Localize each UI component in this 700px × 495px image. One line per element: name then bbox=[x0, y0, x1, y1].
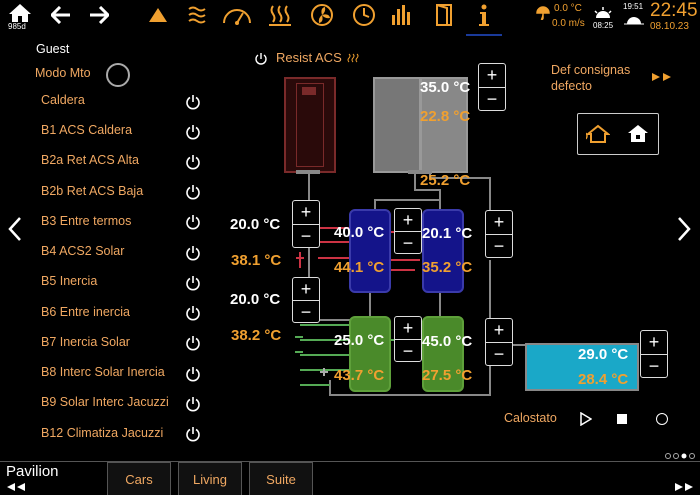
blue-left-stepper[interactable]: + − bbox=[394, 208, 422, 254]
setpoint-2: 20.0 °C bbox=[230, 291, 281, 308]
blue-right-setpoint: 20.1 °C bbox=[422, 225, 473, 242]
reading-2: 38.2 °C bbox=[231, 327, 282, 344]
pipe-reading: 25.2 °C bbox=[420, 172, 471, 189]
minus-icon[interactable]: − bbox=[395, 232, 421, 254]
setpoint-1: 20.0 °C bbox=[230, 216, 281, 233]
minus-icon[interactable]: − bbox=[293, 225, 319, 248]
rewind-icon[interactable] bbox=[4, 481, 28, 493]
tab-suite[interactable]: Suite bbox=[249, 462, 313, 495]
green-right-stepper[interactable]: + − bbox=[485, 318, 513, 366]
plus-icon[interactable]: + bbox=[486, 211, 512, 235]
acs-tank-reading: 22.8 °C bbox=[420, 108, 471, 125]
minus-icon[interactable]: − bbox=[641, 355, 667, 378]
page-indicator bbox=[664, 447, 696, 459]
plus-icon[interactable]: + bbox=[293, 201, 319, 225]
stop-icon[interactable] bbox=[615, 412, 629, 426]
minus-icon[interactable]: − bbox=[395, 340, 421, 362]
acs-tank-left[interactable] bbox=[373, 77, 421, 173]
home-mode-active-icon[interactable] bbox=[584, 123, 612, 145]
home-mode-selector bbox=[577, 113, 659, 155]
pool-setpoint: 29.0 °C bbox=[578, 346, 629, 363]
setpoint-2-stepper[interactable]: + − bbox=[292, 277, 320, 323]
home-mode-icon[interactable] bbox=[624, 123, 652, 145]
tank-blue-right[interactable] bbox=[422, 209, 464, 293]
pool-rim bbox=[525, 343, 637, 345]
boiler-base bbox=[296, 170, 320, 174]
pool-stepper[interactable]: + − bbox=[640, 330, 668, 378]
minus-icon[interactable]: − bbox=[486, 235, 512, 258]
bottom-divider bbox=[0, 461, 700, 462]
setpoint-1-stepper[interactable]: + − bbox=[292, 200, 320, 248]
plus-icon[interactable]: + bbox=[395, 209, 421, 232]
boiler[interactable] bbox=[284, 77, 336, 173]
plus-icon[interactable]: + bbox=[395, 317, 421, 340]
fast-forward-bottom-icon[interactable] bbox=[672, 481, 696, 493]
play-icon[interactable] bbox=[578, 410, 594, 428]
plus-icon[interactable]: + bbox=[486, 319, 512, 343]
green-right-reading: 27.5 °C bbox=[422, 367, 473, 384]
minus-icon[interactable]: − bbox=[479, 88, 505, 111]
current-zone: Pavilion bbox=[6, 463, 59, 480]
pool-reading: 28.4 °C bbox=[578, 371, 629, 388]
blue-left-reading: 44.1 °C bbox=[334, 259, 385, 276]
def-consignas-label[interactable]: Def consignas defecto bbox=[551, 62, 643, 94]
tank-blue-left[interactable] bbox=[349, 209, 391, 293]
plus-icon[interactable]: + bbox=[479, 64, 505, 88]
tab-cars[interactable]: Cars bbox=[107, 462, 171, 495]
blue-right-stepper[interactable]: + − bbox=[485, 210, 513, 258]
plus-icon[interactable]: + bbox=[641, 331, 667, 355]
green-right-setpoint: 45.0 °C bbox=[422, 333, 473, 350]
plus-icon[interactable]: + bbox=[293, 278, 319, 301]
green-left-stepper[interactable]: + − bbox=[394, 316, 422, 362]
acs-tank-setpoint: 35.0 °C bbox=[420, 79, 471, 96]
acs-tank-stepper[interactable]: + − bbox=[478, 63, 506, 111]
record-icon[interactable] bbox=[654, 411, 670, 427]
blue-right-reading: 35.2 °C bbox=[422, 259, 473, 276]
calostato-label: Calostato bbox=[504, 411, 557, 425]
tab-living[interactable]: Living bbox=[178, 462, 242, 495]
blue-left-setpoint: 40.0 °C bbox=[334, 224, 385, 241]
green-left-setpoint: 25.0 °C bbox=[334, 332, 385, 349]
reading-1: 38.1 °C bbox=[231, 252, 282, 269]
fast-forward-icon[interactable] bbox=[650, 70, 676, 84]
minus-icon[interactable]: − bbox=[293, 301, 319, 323]
minus-icon[interactable]: − bbox=[486, 343, 512, 366]
green-left-reading: 43.7 °C bbox=[334, 367, 385, 384]
